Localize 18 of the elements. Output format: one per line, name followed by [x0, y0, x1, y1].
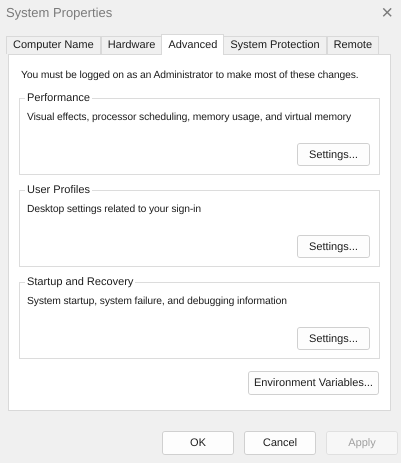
settings-button[interactable]: Settings...	[297, 235, 370, 258]
tab[interactable]: Computer Name	[6, 36, 101, 54]
environment-variables-button[interactable]: Environment Variables...	[248, 371, 379, 396]
window-title: System Properties	[6, 4, 112, 22]
group-description: Visual effects, processor scheduling, memory usage, and virtual memory	[27, 111, 352, 126]
settings-button[interactable]: Settings...	[297, 327, 370, 350]
dialog-button[interactable]: Cancel	[244, 431, 316, 455]
settings-button[interactable]: Settings...	[297, 143, 370, 166]
tab[interactable]: System Protection	[223, 36, 327, 54]
close-button[interactable]: ×	[381, 3, 393, 23]
tab[interactable]: Remote	[326, 36, 380, 54]
tab[interactable]: Advanced	[161, 34, 224, 55]
group-description: System startup, system failure, and debugging information	[27, 295, 288, 310]
group-description: Desktop settings related to your sign-in	[27, 203, 202, 218]
notice-text: You must be logged on as an Administrator to make most of these changes.	[20, 69, 360, 83]
group-title: Startup and Recovery	[25, 275, 136, 290]
tab[interactable]: Hardware	[100, 36, 162, 54]
dialog-button[interactable]: OK	[162, 431, 234, 455]
